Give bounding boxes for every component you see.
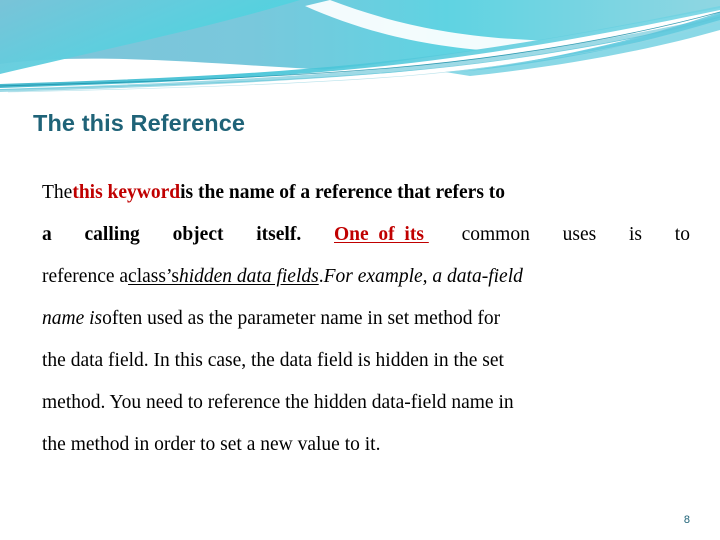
body-line-3: reference a class’s hidden data fields. … <box>42 256 690 298</box>
line2-word-c: object <box>172 224 224 245</box>
slide-canvas: The this Reference The this keyword is t… <box>0 0 720 540</box>
body-line-6: method. You need to reference the hidden… <box>42 392 514 413</box>
line1-lead: The <box>42 182 73 203</box>
body-text-block: The this keyword is the name of a refere… <box>42 172 690 466</box>
line3-lead: reference a <box>42 266 129 287</box>
name-is-italic: name is <box>42 308 103 329</box>
body-line-7: the method in order to set a new value t… <box>42 434 381 455</box>
body-line-5: the data field. In this case, the data f… <box>42 350 504 371</box>
this-keyword-emphasis: this keyword <box>72 182 181 203</box>
body-line-2: a calling object itself. One of its comm… <box>42 214 690 256</box>
body-line-1: The this keyword is the name of a refere… <box>42 172 690 214</box>
line3-italic-tail: For example, a data-field <box>323 266 523 287</box>
page-number: 8 <box>683 514 690 526</box>
class-possessive-underlined: class’s <box>128 266 179 287</box>
line2-word-e: common <box>461 224 530 245</box>
line2-word-b: calling <box>84 224 140 245</box>
page-title: The this Reference <box>33 110 246 136</box>
line2-word-a: a <box>42 224 52 245</box>
line2-word-h: to <box>674 224 690 245</box>
hidden-data-fields-underlined: hidden data fields <box>178 266 319 287</box>
one-of-its-emphasis: One of its <box>334 224 429 245</box>
body-line-4: name is often used as the parameter name… <box>42 298 690 340</box>
decorative-wave-banner <box>0 0 720 95</box>
line2-word-d: itself. <box>256 224 302 245</box>
line2-word-g: is <box>628 224 642 245</box>
line2-word-f: uses <box>562 224 597 245</box>
line4-rest: often used as the parameter name in set … <box>102 308 501 329</box>
line1-rest: is the name of a reference that refers t… <box>180 182 506 203</box>
